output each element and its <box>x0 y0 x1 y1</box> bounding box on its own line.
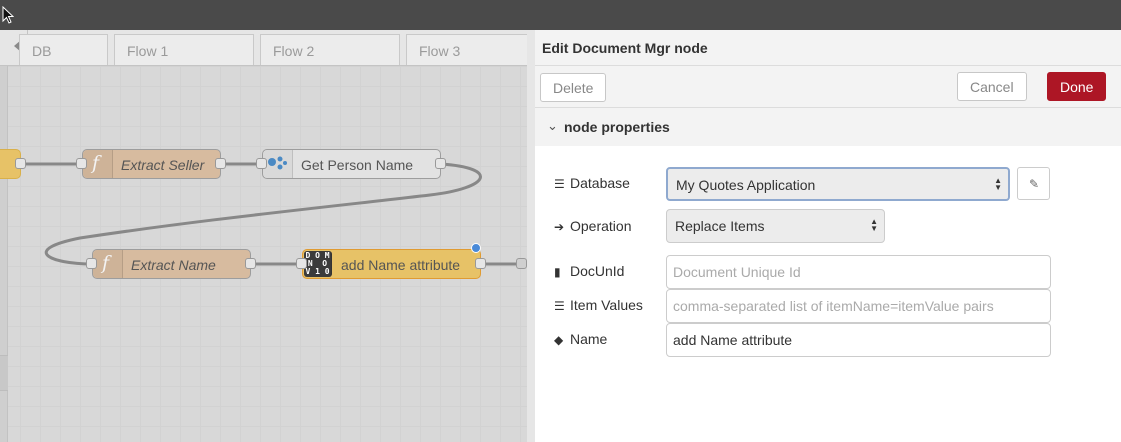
tag-icon: ◆ <box>554 333 564 347</box>
docunid-input[interactable]: Document Unique Id <box>666 255 1051 289</box>
done-button[interactable]: Done <box>1047 72 1107 101</box>
tab-db[interactable]: DB <box>19 34 108 65</box>
database-icon: ☰ <box>554 177 565 191</box>
node-label: Extract Name <box>131 257 216 273</box>
node-output-port[interactable] <box>435 158 446 169</box>
cancel-button[interactable]: Cancel <box>957 72 1027 101</box>
node-output-port[interactable] <box>15 158 26 169</box>
list-icon: ☰ <box>554 299 565 313</box>
tab-flow-3[interactable]: Flow 3 <box>406 34 527 65</box>
item-values-input[interactable]: comma-separated list of itemName=itemVal… <box>666 289 1051 323</box>
node-output-port[interactable] <box>215 158 226 169</box>
flow-node-extract-name[interactable]: f Extract Name <box>92 249 251 279</box>
delete-button[interactable]: Delete <box>540 73 607 102</box>
person-icon <box>263 150 293 178</box>
flow-node-extract-seller[interactable]: f Extract Seller <box>82 149 221 179</box>
database-select[interactable]: My Quotes Application ▲ ▼ <box>666 167 1010 201</box>
tab-flow-2[interactable]: Flow 2 <box>260 34 400 65</box>
node-properties-section[interactable]: ⌄ node properties <box>535 108 1121 146</box>
tray-toolbar: Delete Cancel Done <box>535 66 1121 108</box>
node-changed-indicator <box>471 243 481 253</box>
node-input-port[interactable] <box>256 158 267 169</box>
database-label: ☰ Database <box>554 175 630 191</box>
tray-title: Edit Document Mgr node <box>542 40 708 56</box>
node-label: Get Person Name <box>301 157 414 173</box>
node-label: add Name attribute <box>341 257 461 273</box>
workspace-tab-bar: DB Flow 1 Flow 2 Flow 3 <box>0 30 527 66</box>
node-label: Extract Seller <box>121 157 205 173</box>
pencil-icon: ✎ <box>1029 177 1040 191</box>
flow-node-get-person-name[interactable]: Get Person Name <box>262 149 441 179</box>
operation-select[interactable]: Replace Items ▲ ▼ <box>666 209 885 243</box>
node-input-port[interactable] <box>296 258 307 269</box>
function-icon: f <box>83 150 113 178</box>
file-icon: ▮ <box>554 265 561 279</box>
chevron-down-icon: ⌄ <box>547 118 558 133</box>
node-output-port[interactable] <box>245 258 256 269</box>
cursor-icon <box>2 6 14 24</box>
function-icon: f <box>93 250 123 278</box>
section-title: node properties <box>564 119 670 135</box>
domino-logo-icon: D O MN OV 1 0 <box>304 251 332 277</box>
operation-label: ➔ Operation <box>554 218 632 234</box>
top-header-bar <box>0 0 1121 30</box>
node-input-port[interactable] <box>86 258 97 269</box>
name-label: ◆ Name <box>554 331 608 347</box>
tray-header: Edit Document Mgr node <box>535 30 1121 66</box>
node-output-port[interactable] <box>475 258 486 269</box>
docunid-label: ▮ DocUnId <box>554 263 625 279</box>
node-input-port-next[interactable] <box>516 258 527 269</box>
select-arrows-icon: ▲ ▼ <box>870 217 878 233</box>
node-input-port[interactable] <box>76 158 87 169</box>
edit-node-tray: Edit Document Mgr node Delete Cancel Don… <box>527 30 1121 442</box>
palette-edge-handle[interactable] <box>0 355 8 391</box>
name-input[interactable]: add Name attribute <box>666 323 1051 357</box>
flow-node-add-name-attribute[interactable]: D O MN OV 1 0 add Name attribute <box>302 249 481 279</box>
item-values-label: ☰ Item Values <box>554 297 643 313</box>
arrow-circle-right-icon: ➔ <box>554 220 565 234</box>
tab-flow-1[interactable]: Flow 1 <box>114 34 254 65</box>
select-arrows-icon: ▲ ▼ <box>994 176 1002 192</box>
edit-database-button[interactable]: ✎ <box>1017 167 1050 200</box>
